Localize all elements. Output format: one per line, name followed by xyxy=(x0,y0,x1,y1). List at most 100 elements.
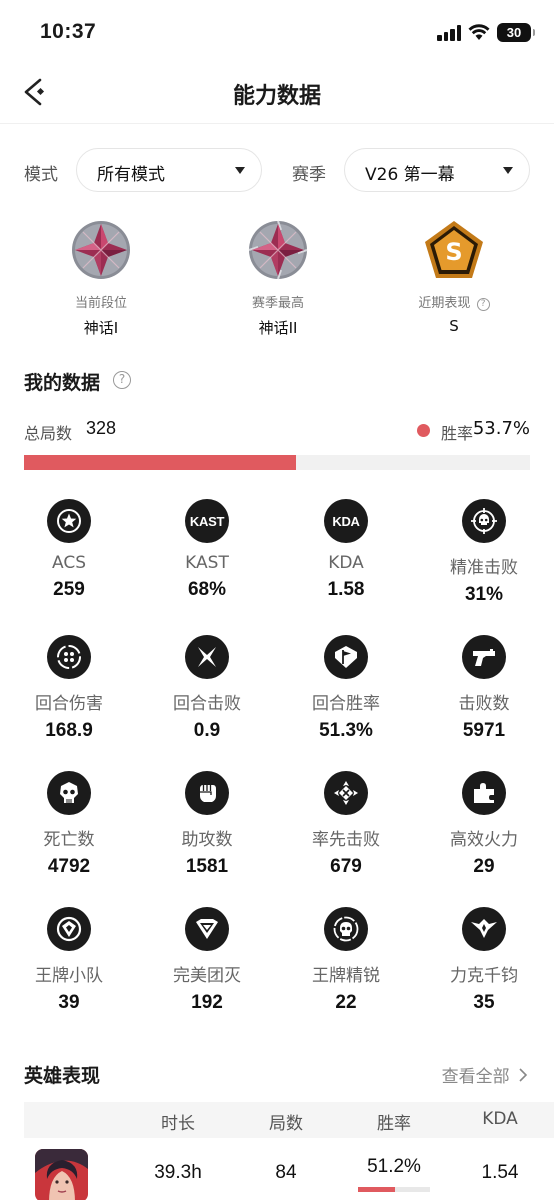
column-header: 时长 xyxy=(161,1114,195,1134)
stat-flawless: 完美团灭 192 xyxy=(138,907,276,1014)
puzzle-icon xyxy=(462,771,506,815)
status-bar: 10:37 30 xyxy=(0,0,554,62)
stat-first-bloods: 率先击败 679 xyxy=(277,771,415,878)
current-rank: 当前段位 神话I xyxy=(21,218,181,338)
stat-value: 1581 xyxy=(185,856,229,877)
stat-value: 29 xyxy=(473,856,495,877)
stat-value: 22 xyxy=(335,992,357,1013)
stat-value: 679 xyxy=(330,856,362,877)
diamond-shield-icon xyxy=(185,907,229,951)
table-row[interactable]: 39.3h 84 51.2% 1.54 xyxy=(24,1138,554,1200)
stat-headshot: 精准击败 31% xyxy=(415,499,553,606)
mode-dropdown[interactable]: 所有模式 xyxy=(76,148,262,192)
stat-label: 王牌小队 xyxy=(35,966,103,986)
my-data-title: 我的数据 xyxy=(24,372,101,394)
total-matches-row: 总局数 328 胜率 53.7% xyxy=(24,418,530,444)
help-icon[interactable]: ? xyxy=(113,371,131,389)
battery-icon: 30 xyxy=(497,23,535,42)
season-peak-rank: 赛季最高 神话II xyxy=(198,218,358,338)
win-dot-icon xyxy=(417,424,430,437)
win-rate-bar xyxy=(24,455,530,470)
stat-value: 192 xyxy=(191,992,223,1013)
rank-value: S xyxy=(449,317,459,335)
hero-matches: 84 xyxy=(275,1162,297,1183)
column-header: 局数 xyxy=(269,1114,303,1134)
help-icon[interactable]: ? xyxy=(476,298,490,311)
eagle-icon xyxy=(462,907,506,951)
stat-assists: 助攻数 1581 xyxy=(138,771,276,878)
rank-label: 赛季最高 xyxy=(251,296,304,311)
hero-win-rate-fill xyxy=(358,1187,395,1192)
page-title: 能力数据 xyxy=(232,84,321,109)
stat-value: 5971 xyxy=(462,720,506,741)
hero-table-header: 时长 局数 胜率 KDA xyxy=(24,1102,554,1138)
rank-value: 神话I xyxy=(83,319,119,337)
stat-round-damage: 回合伤害 168.9 xyxy=(0,635,138,742)
stat-multikills: 高效火力 29 xyxy=(415,771,553,878)
hero-performance-title: 英雄表现 xyxy=(24,1065,101,1087)
stat-label: 高效火力 xyxy=(450,830,518,850)
star-icon xyxy=(47,499,91,543)
stat-value: 31% xyxy=(464,584,504,605)
hero-kda: 1.54 xyxy=(481,1162,519,1183)
rank-label: 当前段位 xyxy=(74,296,127,311)
recent-performance[interactable]: S 近期表现 ? S xyxy=(374,218,534,335)
damage-icon xyxy=(47,635,91,679)
stat-label: 回合胜率 xyxy=(312,694,380,714)
stat-kda: KDA KDA 1.58 xyxy=(277,499,415,601)
total-value: 328 xyxy=(86,418,117,438)
season-dropdown[interactable]: V26 第一幕 xyxy=(344,148,530,192)
view-all-link[interactable]: 查看全部 xyxy=(442,1062,528,1087)
rank-value: 神话II xyxy=(258,319,298,337)
column-header: 胜率 xyxy=(377,1114,411,1134)
total-label: 总局数 xyxy=(24,424,73,443)
stat-label: 回合伤害 xyxy=(35,694,103,714)
stat-label: 精准击败 xyxy=(450,558,518,578)
win-label: 胜率 xyxy=(440,424,473,443)
status-time: 10:37 xyxy=(40,20,97,43)
ace-team-icon xyxy=(47,907,91,951)
first-blood-icon xyxy=(324,771,368,815)
elite-skull-icon xyxy=(324,907,368,951)
nav-bar: 能力数据 xyxy=(0,62,554,124)
wifi-icon xyxy=(468,24,490,40)
stat-label: 击败数 xyxy=(458,694,510,714)
stat-value: 1.58 xyxy=(327,579,365,600)
mode-value: 所有模式 xyxy=(97,165,165,185)
stat-round-kills: 回合击败 0.9 xyxy=(138,635,276,742)
mode-label: 模式 xyxy=(24,165,58,185)
view-all-label: 查看全部 xyxy=(441,1067,510,1087)
win-rate-fill xyxy=(24,455,296,470)
stat-label: 完美团灭 xyxy=(173,966,241,986)
hero-avatar xyxy=(35,1149,88,1200)
signal-icon xyxy=(437,25,463,41)
season-label: 赛季 xyxy=(292,165,326,185)
stat-value: 39 xyxy=(58,992,80,1013)
stat-acs: ACS 259 xyxy=(0,499,138,601)
rank-label: 近期表现 ? xyxy=(374,292,534,311)
stat-value: 0.9 xyxy=(193,720,221,741)
stat-ace-team: 王牌小队 39 xyxy=(0,907,138,1014)
stat-value: 259 xyxy=(53,579,85,600)
chevron-down-icon xyxy=(235,167,245,174)
stat-label: KAST xyxy=(185,553,229,573)
season-value: V26 第一幕 xyxy=(365,165,455,185)
stat-round-win-rate: 回合胜率 51.3% xyxy=(277,635,415,742)
chevron-down-icon xyxy=(503,167,513,174)
stat-deaths: 死亡数 4792 xyxy=(0,771,138,878)
kda-icon: KDA xyxy=(324,499,368,543)
crosshair-skull-icon xyxy=(462,499,506,543)
s-grade-badge-icon: S xyxy=(425,221,483,278)
stat-value: 4792 xyxy=(47,856,91,877)
stat-label: 死亡数 xyxy=(43,830,95,850)
column-header: KDA xyxy=(482,1109,518,1129)
stat-label: 助攻数 xyxy=(181,830,233,850)
stat-value: 35 xyxy=(473,992,495,1013)
hero-duration: 39.3h xyxy=(154,1162,202,1183)
hero-win-rate: 51.2% xyxy=(367,1156,421,1177)
stat-label: ACS xyxy=(52,553,86,573)
stat-label: 率先击败 xyxy=(312,830,380,850)
badge-letter: S xyxy=(445,238,462,266)
stat-clutches: 力克千钧 35 xyxy=(415,907,553,1014)
stat-label: 力克千钧 xyxy=(450,966,518,986)
